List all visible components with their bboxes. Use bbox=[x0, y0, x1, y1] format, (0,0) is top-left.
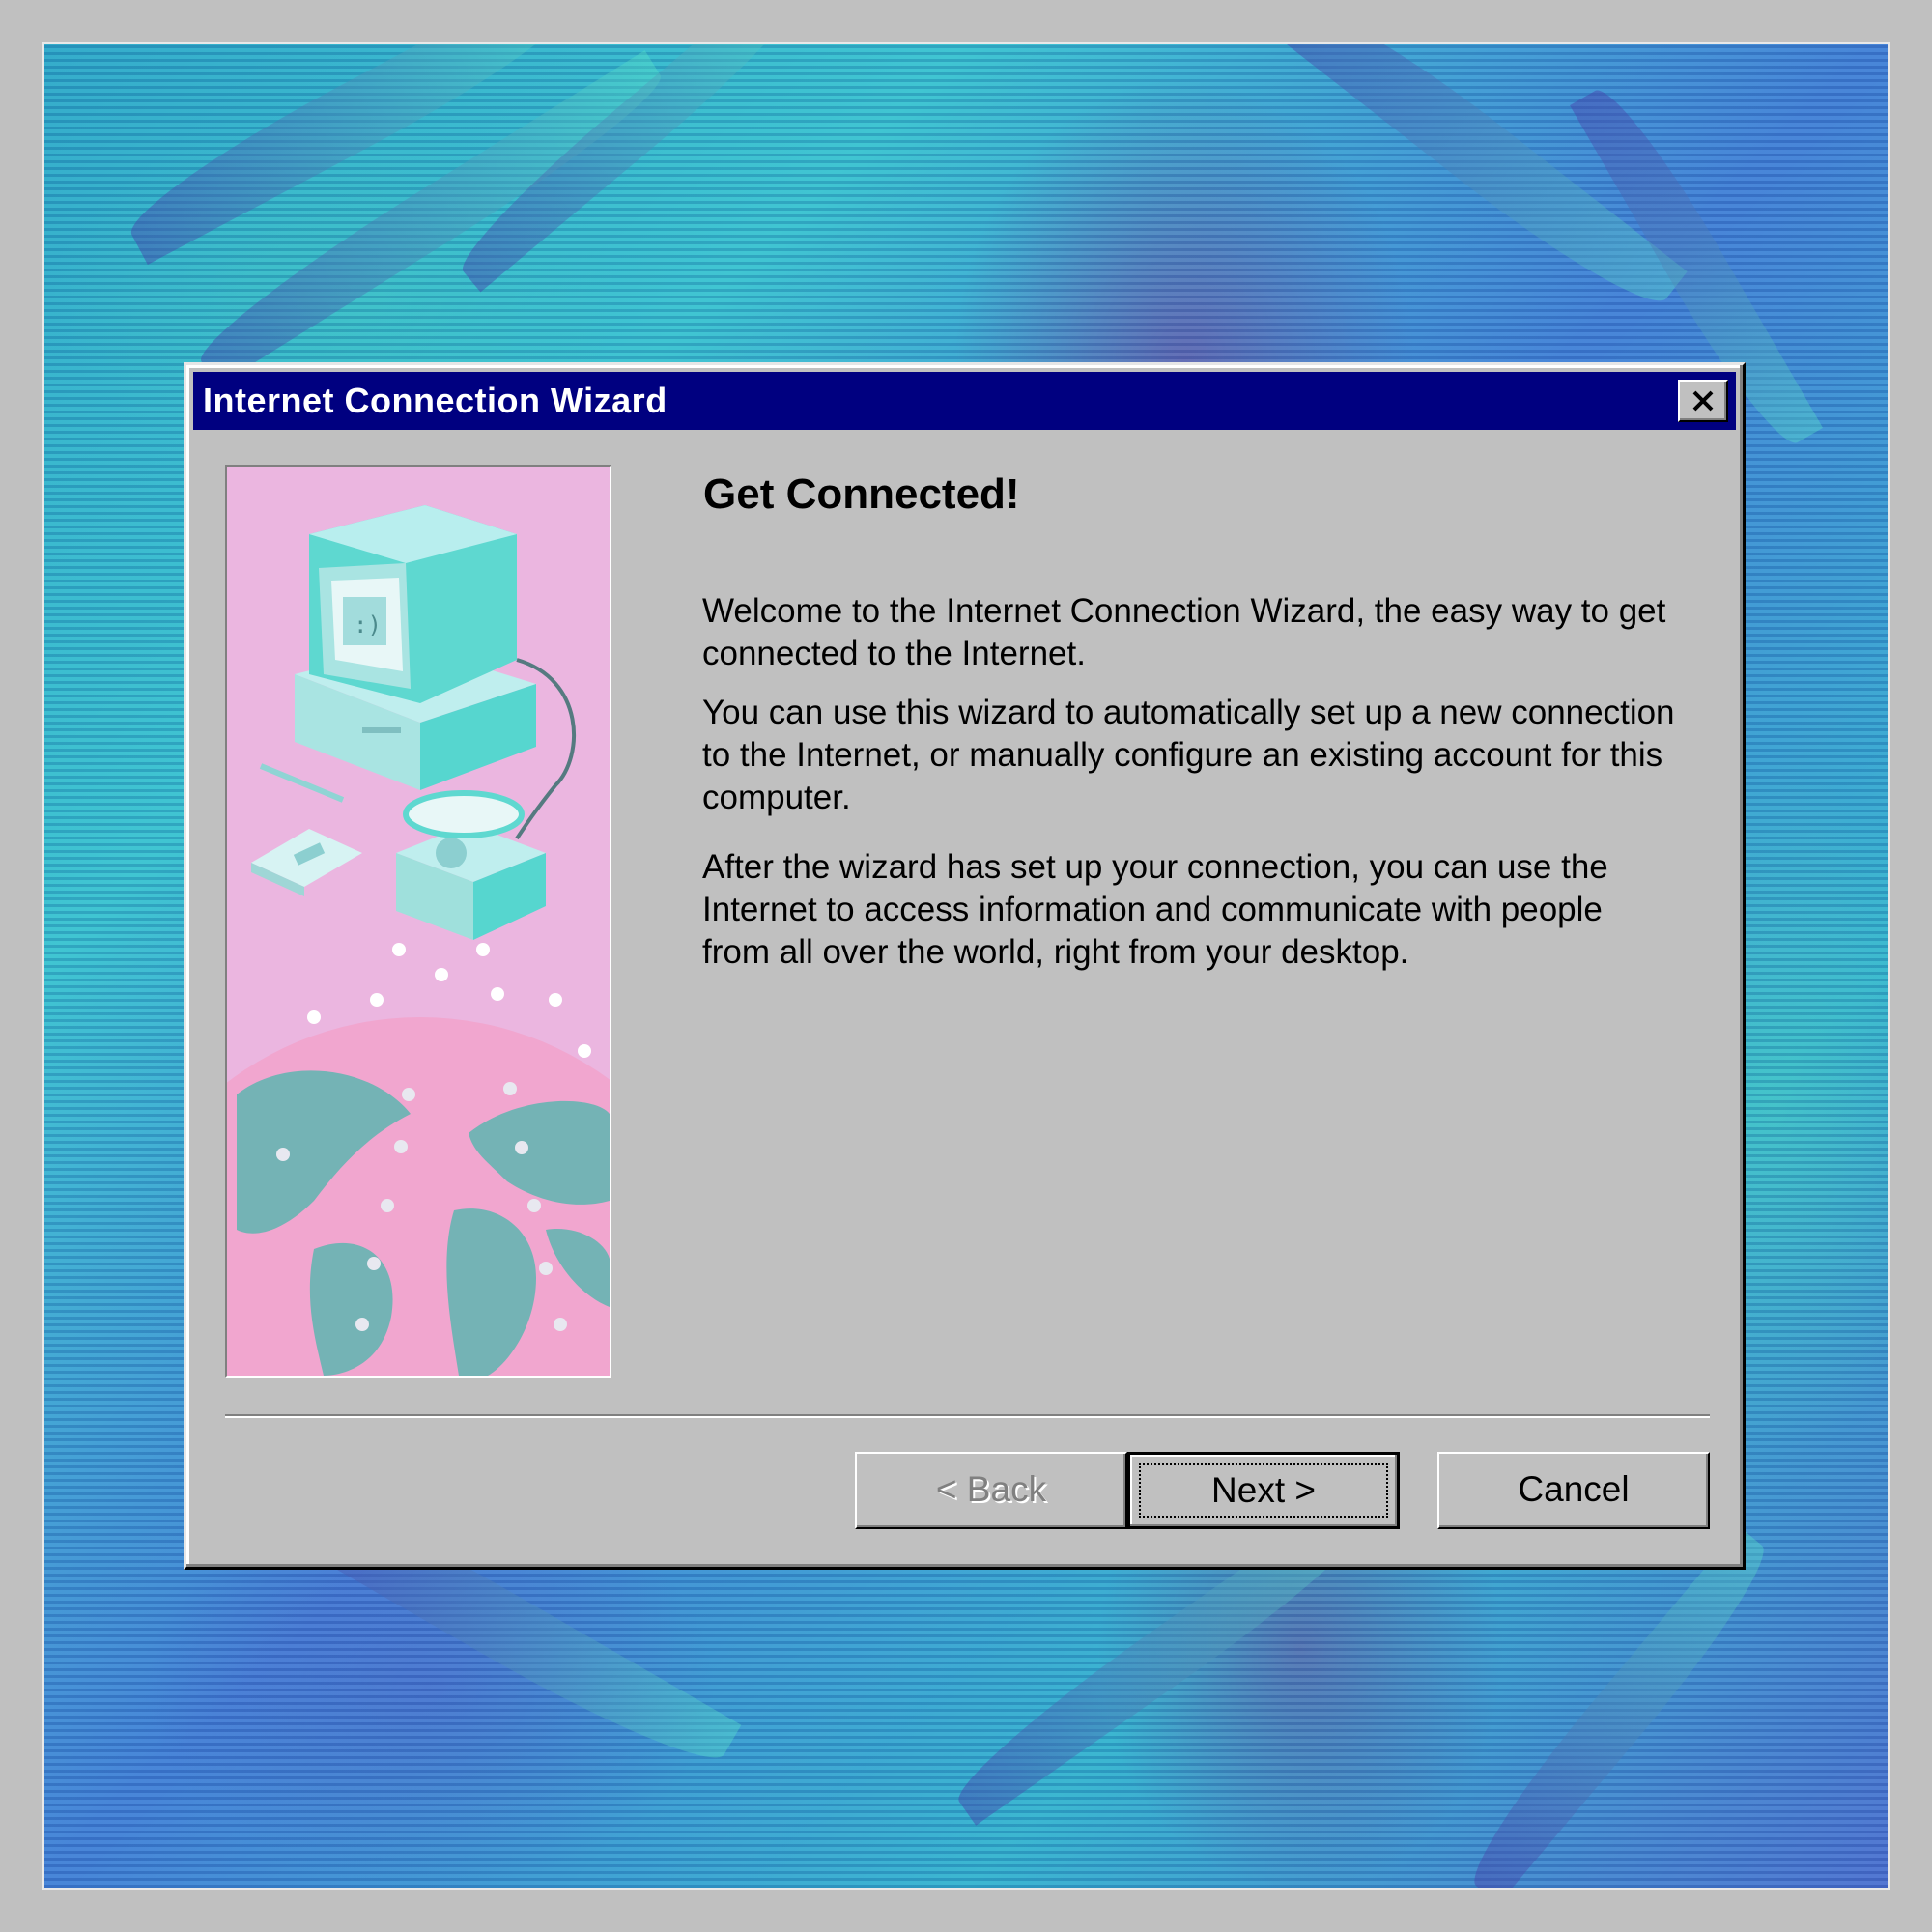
wizard-heading: Get Connected! bbox=[703, 470, 1020, 518]
internet-connection-wizard-dialog: Internet Connection Wizard:) Get Connec… bbox=[184, 362, 1746, 1570]
svg-text::): :) bbox=[354, 611, 382, 639]
close-button[interactable] bbox=[1678, 380, 1728, 422]
screen-frame: Internet Connection Wizard:) Get Connec… bbox=[0, 0, 1932, 1932]
setup-paragraph: You can use this wizard to automatically… bbox=[702, 694, 1675, 816]
welcome-paragraph: Welcome to the Internet Connection Wizar… bbox=[702, 592, 1666, 672]
next-button[interactable]: Next > bbox=[1127, 1452, 1400, 1529]
dialog-titlebar[interactable]: Internet Connection Wizard bbox=[193, 372, 1736, 430]
computer-phone-globe-illustration: :) bbox=[227, 467, 610, 1376]
wizard-illustration: :) bbox=[225, 465, 611, 1378]
focus-rectangle bbox=[1139, 1463, 1388, 1518]
cancel-button[interactable]: Cancel bbox=[1437, 1452, 1710, 1529]
back-button[interactable]: < Back bbox=[855, 1452, 1127, 1529]
dialog-title: Internet Connection Wizard bbox=[203, 381, 668, 420]
benefits-paragraph: After the wizard has set up your connect… bbox=[702, 848, 1608, 971]
close-x-icon bbox=[1692, 390, 1714, 412]
button-separator bbox=[225, 1414, 1710, 1418]
